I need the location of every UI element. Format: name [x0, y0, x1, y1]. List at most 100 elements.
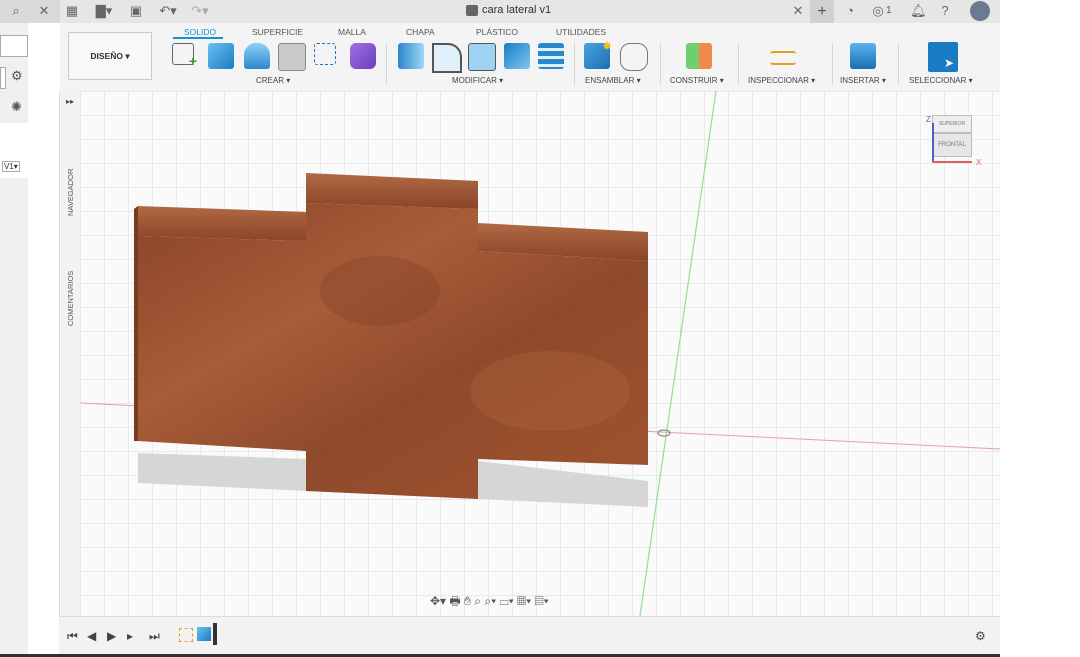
job-count: 1 [886, 5, 892, 16]
orbit-icon[interactable]: ✥▾ [430, 594, 446, 608]
extensions-icon[interactable]: ◔ [842, 3, 858, 19]
sketch-icon[interactable]: + [172, 43, 197, 68]
z-axis-label: Z [926, 115, 931, 124]
tab-utilidades[interactable]: UTILIDADES [556, 27, 606, 37]
viewports-icon[interactable]: ▤▾ [535, 594, 549, 608]
grid-icon[interactable]: ▦ [64, 3, 80, 19]
wood-grain [320, 256, 440, 326]
group-inspeccionar[interactable]: INSPECCIONAR ▾ [748, 76, 815, 85]
timeline-marker[interactable] [213, 623, 217, 645]
redo-icon[interactable]: ↷▾ [188, 3, 212, 19]
shell-icon[interactable] [468, 43, 496, 71]
render-icon[interactable]: ✺ [11, 99, 22, 115]
expand-icon[interactable]: ▸▸ [66, 97, 74, 106]
display-icon[interactable]: ▭▾ [499, 594, 513, 608]
file-icon[interactable]: ▇▾ [92, 3, 116, 19]
grid-settings-icon[interactable]: ▦▾ [517, 594, 531, 608]
construction-plane-icon[interactable] [686, 43, 712, 69]
separator [386, 43, 387, 85]
version-select[interactable]: V1▾ [2, 161, 20, 172]
press-pull-icon[interactable] [398, 43, 424, 69]
navigator-label[interactable]: NAVEGADOR [66, 169, 75, 216]
clock-icon[interactable]: ◎ [870, 3, 886, 19]
x-axis-indicator [932, 161, 972, 163]
combine-icon[interactable] [504, 43, 530, 69]
tab-underline [173, 37, 223, 39]
separator [660, 43, 661, 85]
side-face [134, 206, 138, 441]
document-icon [466, 5, 478, 16]
title-bar: ⌕ ✕ ▦ ▇▾ ▣ ↶▾ ↷▾ cara lateral v1 ✕ + ◔ ◎… [0, 0, 1000, 23]
browser-sidebar: ▸▸ NAVEGADOR COMENTARIOS [59, 91, 81, 616]
pattern-icon[interactable] [314, 43, 336, 65]
add-tab-icon: + [817, 3, 827, 20]
comments-label[interactable]: COMENTARIOS [66, 271, 75, 326]
wood-grain [470, 351, 630, 431]
toolbar: DISEÑO ▾ SOLIDO SUPERFICIE MALLA CHAPA P… [60, 23, 1000, 92]
tab-plastico[interactable]: PLÁSTICO [476, 27, 518, 37]
last-icon[interactable]: ⏭ [149, 629, 160, 644]
viewcube[interactable]: SUPERIOR FRONTAL Z X [926, 113, 981, 167]
gear-icon[interactable]: ⚙ [11, 68, 23, 84]
hole-icon[interactable] [278, 43, 306, 71]
z-axis-indicator [932, 123, 934, 161]
joint-icon[interactable] [620, 43, 648, 71]
separator [898, 43, 899, 85]
viewcube-front[interactable]: FRONTAL [932, 133, 972, 157]
timeline-settings-icon[interactable]: ⚙ [975, 629, 986, 643]
timeline-extrude-icon[interactable] [197, 627, 211, 641]
revolve-icon[interactable] [244, 43, 270, 69]
panel-field[interactable] [0, 35, 28, 57]
fillet-icon[interactable] [432, 43, 462, 73]
select-icon[interactable]: ➤ [928, 42, 958, 72]
group-crear[interactable]: CREAR ▾ [256, 76, 290, 85]
tab-malla[interactable]: MALLA [338, 27, 366, 37]
extrude-icon[interactable] [208, 43, 234, 69]
group-construir[interactable]: CONSTRUIR ▾ [670, 76, 724, 85]
bell-icon[interactable]: 🔔︎ [910, 3, 927, 19]
navigation-toolbar: ✥▾ 🖶︎ ✋︎ ⌕ ⌕▾ ▭▾ ▦▾ ▤▾ [430, 592, 630, 610]
group-seleccionar[interactable]: SELECCIONAR ▾ [909, 76, 973, 85]
save-icon[interactable]: ▣ [128, 3, 144, 19]
help-icon[interactable]: ? [937, 3, 953, 19]
new-component-icon[interactable]: ✸ [584, 39, 612, 69]
play-icon[interactable]: ▶ [107, 629, 116, 643]
look-at-icon[interactable]: 🖶︎ [449, 594, 460, 608]
document-title: cara lateral v1 [482, 4, 552, 16]
zoom-icon[interactable]: ⌕ [474, 594, 481, 608]
close-tab-icon[interactable]: ✕ [790, 3, 806, 19]
fit-icon[interactable]: ⌕▾ [484, 594, 496, 608]
offset-face-icon[interactable] [538, 43, 564, 69]
tab-chapa[interactable]: CHAPA [406, 27, 435, 37]
x-axis-label: X [976, 158, 982, 167]
separator [574, 43, 575, 85]
scene-svg [80, 91, 1000, 616]
add-tab-button[interactable]: + [810, 0, 834, 23]
step-forward-icon[interactable]: ▸ [127, 629, 133, 643]
tab-superficie[interactable]: SUPERFICIE [252, 27, 303, 37]
close-icon[interactable]: ✕ [36, 3, 52, 19]
pan-icon[interactable]: ✋︎ [464, 594, 471, 608]
group-modificar[interactable]: MODIFICAR ▾ [452, 76, 503, 85]
tab-solido[interactable]: SOLIDO [184, 27, 216, 37]
data-panel-strip: ⚙ ✺ V1▾ [0, 23, 28, 657]
undo-icon[interactable]: ↶▾ [156, 3, 180, 19]
insert-image-icon[interactable] [850, 43, 876, 69]
group-insertar[interactable]: INSERTAR ▾ [840, 76, 886, 85]
panel-field-2[interactable] [0, 67, 6, 89]
separator [738, 43, 739, 85]
timeline-sketch-icon[interactable] [179, 628, 193, 642]
separator [832, 43, 833, 85]
first-icon[interactable]: ⏮ [67, 629, 78, 644]
timeline-bar: ⏮ ◀ ▶ ▸ ⏭ ⚙ [59, 616, 1000, 655]
top-face-left [138, 206, 306, 241]
canvas-viewport[interactable]: SUPERIOR FRONTAL Z X [80, 91, 1000, 616]
workspace-switcher[interactable]: DISEÑO ▾ [68, 32, 152, 80]
step-back-icon[interactable]: ◀ [87, 629, 96, 643]
avatar-icon[interactable] [970, 1, 990, 21]
search-icon[interactable]: ⌕ [8, 3, 24, 19]
form-icon[interactable] [350, 43, 376, 69]
viewcube-top[interactable]: SUPERIOR [932, 115, 972, 133]
measure-icon[interactable] [770, 51, 796, 65]
group-ensamblar[interactable]: ENSAMBLAR ▾ [585, 76, 641, 85]
